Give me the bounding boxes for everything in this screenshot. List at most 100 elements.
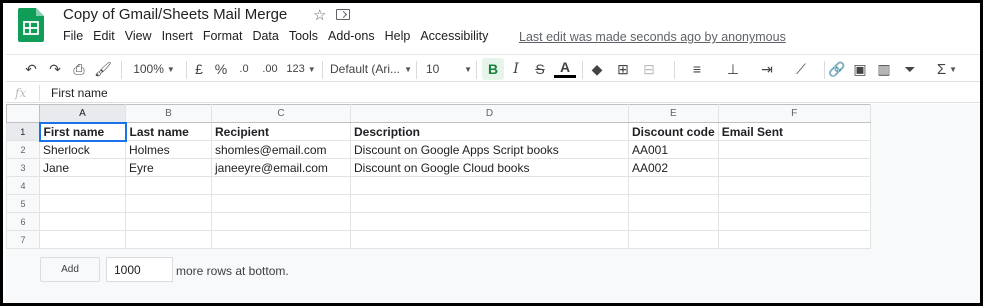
cell-b7[interactable] (125, 230, 212, 249)
cell-c2[interactable]: shomles@email.com (211, 140, 351, 159)
move-to-folder-icon[interactable] (336, 9, 350, 20)
row-header[interactable]: 1 (6, 122, 40, 141)
insert-link-icon[interactable]: 🔗 (826, 58, 848, 80)
cell-d2[interactable]: Discount on Google Apps Script books (350, 140, 629, 159)
column-header-b[interactable]: B (125, 104, 212, 123)
more-formats-button[interactable]: 123 ▼ (284, 58, 318, 80)
sheets-logo-icon[interactable] (18, 8, 44, 42)
bold-button[interactable]: B (482, 58, 504, 80)
column-header-c[interactable]: C (211, 104, 351, 123)
menu-file[interactable]: File (63, 29, 83, 43)
cell-b2[interactable]: Holmes (125, 140, 212, 159)
increase-decimal-button[interactable]: .00 (257, 58, 283, 80)
cell-c7[interactable] (211, 230, 351, 249)
cell-b6[interactable] (125, 212, 212, 231)
font-size-select[interactable]: 10 ▼ (426, 58, 472, 80)
zoom-select[interactable]: 100% ▼ (130, 58, 178, 80)
add-rows-button[interactable]: Add (40, 257, 100, 282)
row-header[interactable]: 5 (6, 194, 40, 213)
filter-icon[interactable]: ⏷ (899, 58, 921, 80)
font-select[interactable]: Default (Ari... ▼ (330, 58, 412, 80)
cell-b5[interactable] (125, 194, 212, 213)
strikethrough-button[interactable]: S (529, 58, 551, 80)
percent-format-button[interactable]: % (210, 58, 232, 80)
cell-c1[interactable]: Recipient (211, 122, 351, 141)
undo-icon[interactable]: ↶ (20, 58, 42, 80)
fill-color-icon[interactable]: ◆ (586, 58, 608, 80)
cell-f5[interactable] (717, 194, 871, 213)
cell-d6[interactable] (350, 212, 629, 231)
vertical-align-icon[interactable]: ⊥ (722, 58, 744, 80)
cell-d3[interactable]: Discount on Google Cloud books (350, 158, 629, 177)
cell-b4[interactable] (125, 176, 212, 195)
cell-d4[interactable] (350, 176, 629, 195)
cell-e7[interactable] (628, 230, 719, 249)
cell-d7[interactable] (350, 230, 629, 249)
cell-a4[interactable] (39, 176, 126, 195)
last-edit-link[interactable]: Last edit was made seconds ago by anonym… (519, 30, 786, 44)
cell-a2[interactable]: Sherlock (39, 140, 126, 159)
cell-f2[interactable] (717, 140, 871, 159)
menu-data[interactable]: Data (252, 29, 278, 43)
merge-cells-icon[interactable]: ⊟ (638, 58, 660, 80)
redo-icon[interactable]: ↷ (44, 58, 66, 80)
cell-d5[interactable] (350, 194, 629, 213)
cell-c4[interactable] (211, 176, 351, 195)
menu-accessibility[interactable]: Accessibility (420, 29, 488, 43)
cell-f4[interactable] (717, 176, 871, 195)
cell-e5[interactable] (628, 194, 719, 213)
rows-count-input[interactable]: 1000 (106, 257, 173, 282)
row-header[interactable]: 4 (6, 176, 40, 195)
horizontal-align-icon[interactable]: ≡ (686, 58, 708, 80)
decrease-decimal-button[interactable]: .0 (233, 58, 255, 80)
paint-format-icon[interactable]: 🖌 (92, 58, 114, 80)
functions-button[interactable]: Σ ▼ (934, 58, 960, 80)
cell-f1[interactable]: Email Sent (717, 122, 871, 141)
row-header[interactable]: 2 (6, 140, 40, 159)
insert-comment-icon[interactable]: ▣ (849, 58, 871, 80)
cell-e4[interactable] (628, 176, 719, 195)
column-header-d[interactable]: D (350, 104, 629, 123)
menu-tools[interactable]: Tools (289, 29, 318, 43)
cell-c3[interactable]: janeeyre@email.com (211, 158, 351, 177)
cell-a5[interactable] (39, 194, 126, 213)
cell-f6[interactable] (717, 212, 871, 231)
cell-f7[interactable] (717, 230, 871, 249)
column-header-e[interactable]: E (628, 104, 719, 123)
italic-button[interactable]: I (505, 58, 527, 80)
cell-e3[interactable]: AA002 (628, 158, 719, 177)
cell-d1[interactable]: Description (350, 122, 629, 141)
cell-c6[interactable] (211, 212, 351, 231)
text-wrapping-icon[interactable]: ⇥ (756, 58, 778, 80)
cell-a1[interactable]: First name (38, 121, 127, 142)
currency-format-button[interactable]: £ (188, 58, 210, 80)
text-rotation-icon[interactable]: ⟋ (790, 58, 812, 80)
cell-a6[interactable] (39, 212, 126, 231)
formula-input[interactable]: First name (51, 86, 108, 100)
menu-add-ons[interactable]: Add-ons (328, 29, 375, 43)
cell-a3[interactable]: Jane (39, 158, 126, 177)
text-color-button[interactable]: A (554, 58, 576, 78)
cell-e2[interactable]: AA001 (628, 140, 719, 159)
menu-insert[interactable]: Insert (162, 29, 193, 43)
menu-view[interactable]: View (125, 29, 152, 43)
cell-a7[interactable] (39, 230, 126, 249)
column-header-a[interactable]: A (39, 104, 126, 123)
cell-e6[interactable] (628, 212, 719, 231)
row-header[interactable]: 6 (6, 212, 40, 231)
cell-b1[interactable]: Last name (125, 122, 212, 141)
document-title[interactable]: Copy of Gmail/Sheets Mail Merge (63, 6, 287, 23)
row-header[interactable]: 7 (6, 230, 40, 249)
cell-f3[interactable] (717, 158, 871, 177)
cell-b3[interactable]: Eyre (125, 158, 212, 177)
menu-help[interactable]: Help (385, 29, 411, 43)
star-icon[interactable]: ☆ (313, 6, 326, 24)
row-header[interactable]: 3 (6, 158, 40, 177)
select-all-corner[interactable] (6, 104, 40, 123)
insert-chart-icon[interactable]: ▥ (873, 58, 895, 80)
cell-e1[interactable]: Discount code (628, 122, 719, 141)
cell-c5[interactable] (211, 194, 351, 213)
menu-edit[interactable]: Edit (93, 29, 115, 43)
menu-format[interactable]: Format (203, 29, 243, 43)
column-header-f[interactable]: F (717, 104, 871, 123)
